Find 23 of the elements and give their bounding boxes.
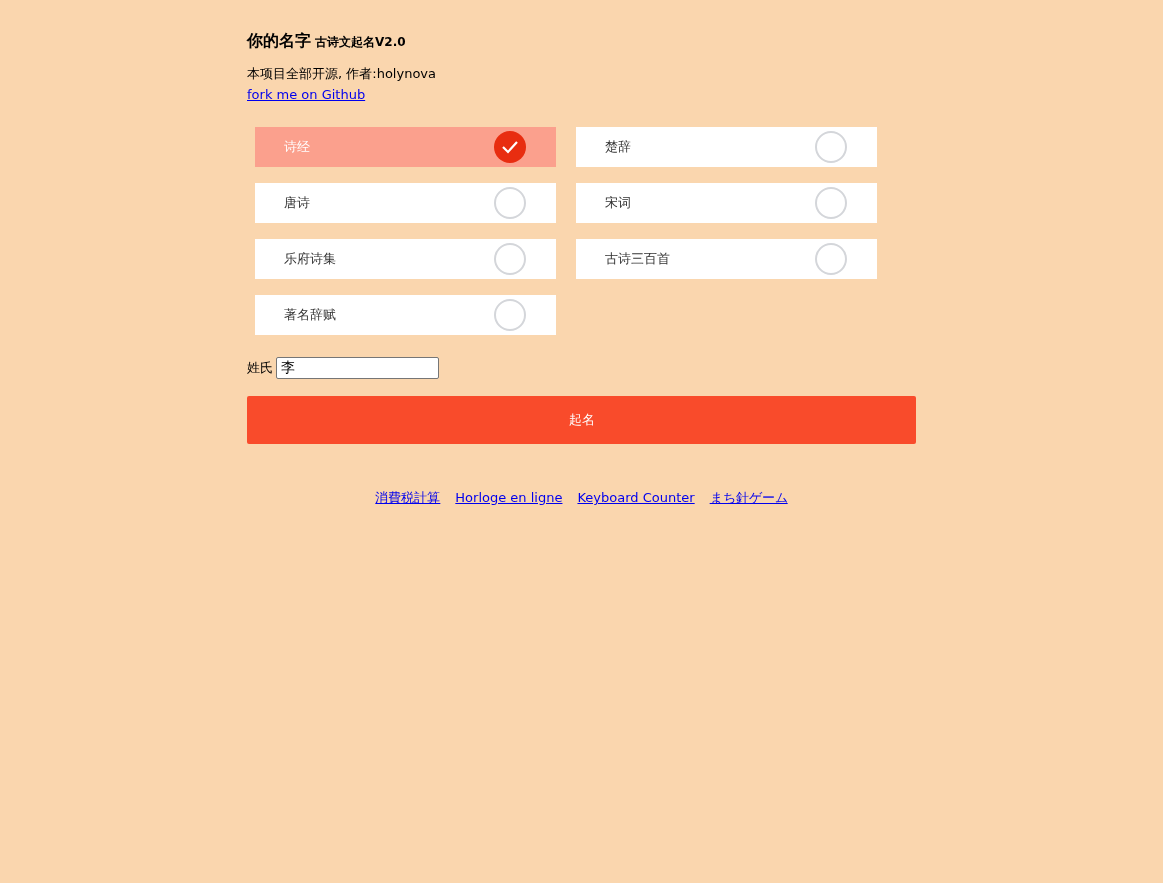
radio-circle-icon [815, 243, 847, 275]
footer-link[interactable]: Keyboard Counter [577, 488, 695, 508]
poetry-option[interactable]: 著名辞赋 [255, 295, 556, 335]
surname-label: 姓氏 [247, 359, 273, 378]
footer-link[interactable]: まち針ゲーム [709, 488, 788, 508]
page-title: 你的名字 [247, 30, 311, 52]
intro-text: 本项目全部开源, 作者:holynova [247, 66, 437, 82]
radio-circle-icon [815, 187, 847, 219]
poetry-option[interactable]: 古诗三百首 [576, 239, 877, 279]
poetry-option[interactable]: 楚辞 [576, 127, 877, 167]
footer-link[interactable]: Horloge en ligne [455, 488, 563, 508]
page-subtitle: 古诗文起名V2.0 [315, 34, 406, 51]
radio-circle-icon [815, 131, 847, 163]
github-link[interactable]: fork me on Github [247, 87, 366, 102]
poetry-option[interactable]: 唐诗 [255, 183, 556, 223]
footer-link[interactable]: 消費税計算 [375, 488, 441, 508]
radio-circle-icon [494, 299, 526, 331]
poetry-option[interactable]: 乐府诗集 [255, 239, 556, 279]
radio-circle-icon [494, 187, 526, 219]
surname-field[interactable]: 李 [276, 357, 439, 379]
radio-circle-icon [494, 243, 526, 275]
check-icon [494, 131, 526, 163]
poetry-option[interactable]: 宋词 [576, 183, 877, 223]
